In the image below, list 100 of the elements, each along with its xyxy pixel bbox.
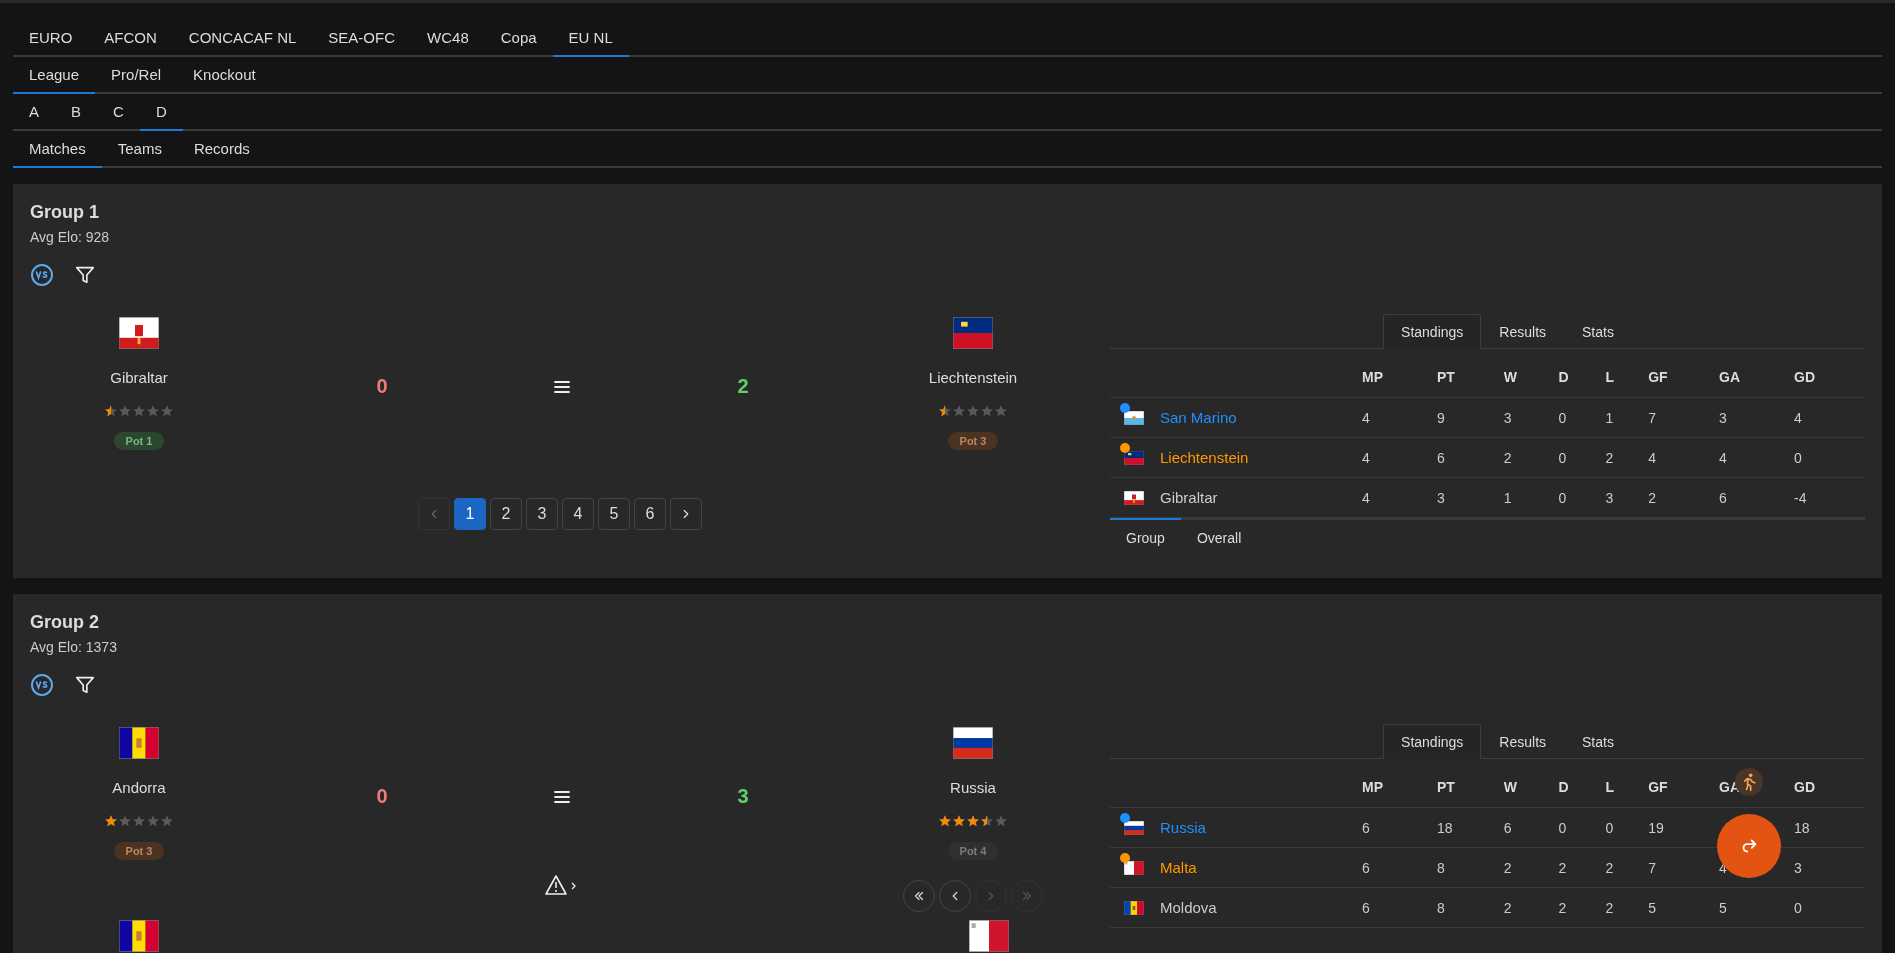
- flag-icon: [1124, 860, 1144, 875]
- team-name: Gibraltar: [110, 369, 168, 386]
- table-cell: 7: [1648, 409, 1656, 426]
- tab[interactable]: Standings: [1383, 314, 1482, 349]
- table-cell: 6: [1436, 449, 1445, 466]
- score: 2: [737, 375, 749, 398]
- double-chevron-right-icon: [1020, 889, 1034, 903]
- team-name: Gibraltar: [1160, 489, 1218, 506]
- column-header: GF: [1648, 779, 1668, 795]
- tab[interactable]: A: [13, 94, 55, 131]
- tab[interactable]: SEA-OFC: [312, 20, 412, 57]
- tab[interactable]: Pro/Rel: [95, 57, 178, 94]
- vs-icon[interactable]: [30, 673, 54, 697]
- table-cell: -4: [1794, 489, 1807, 506]
- team-name: Malta: [1160, 859, 1197, 876]
- vs-icon[interactable]: [30, 263, 54, 287]
- score: 0: [376, 785, 388, 808]
- column-header: GD: [1794, 779, 1815, 795]
- table-cell: 2: [1605, 859, 1614, 876]
- page-button[interactable]: 2: [490, 498, 522, 530]
- team-name: Russia: [950, 779, 996, 796]
- table-cell: 1: [1605, 409, 1614, 426]
- tab[interactable]: Stats: [1564, 724, 1632, 759]
- table-cell: 0: [1558, 489, 1567, 506]
- group-title: Group 1: [30, 202, 99, 223]
- tab[interactable]: B: [55, 94, 98, 131]
- table-cell: 2: [1605, 449, 1614, 466]
- tab[interactable]: Copa: [484, 20, 553, 57]
- table-cell: 6: [1362, 899, 1370, 916]
- tab[interactable]: Group: [1110, 518, 1181, 556]
- tab[interactable]: CONCACAF NL: [172, 20, 313, 57]
- column-header: MP: [1362, 779, 1383, 795]
- tab[interactable]: Results: [1481, 724, 1565, 759]
- tab[interactable]: C: [97, 94, 140, 131]
- page-button[interactable]: 5: [598, 498, 630, 530]
- table-cell: 18: [1794, 819, 1810, 836]
- flag-icon: [1124, 490, 1144, 505]
- page-button[interactable]: 6: [634, 498, 666, 530]
- score: 0: [376, 375, 388, 398]
- team-name: Moldova: [1160, 899, 1217, 916]
- column-header: GD: [1794, 369, 1815, 385]
- tab[interactable]: WC48: [411, 20, 485, 57]
- pot-tag: Pot 3: [947, 432, 999, 450]
- table-cell: 5: [1648, 899, 1656, 916]
- page-button[interactable]: 3: [526, 498, 558, 530]
- table-cell: 8: [1436, 899, 1445, 916]
- table-cell: 6: [1719, 489, 1727, 506]
- tab[interactable]: Overall: [1180, 518, 1258, 556]
- flag-icon: [1124, 900, 1144, 915]
- table-cell: 3: [1794, 859, 1802, 876]
- table-cell: 18: [1436, 819, 1453, 836]
- tab[interactable]: Matches: [13, 131, 102, 168]
- column-header: W: [1503, 779, 1517, 795]
- table-cell: 0: [1558, 409, 1567, 426]
- page-button[interactable]: 4: [562, 498, 594, 530]
- avg-elo: Avg Elo: 928: [30, 229, 110, 245]
- tab[interactable]: EURO: [13, 20, 89, 57]
- page-button[interactable]: 1: [454, 498, 486, 530]
- table-cell: 2: [1558, 899, 1567, 916]
- table-cell: 0: [1558, 449, 1567, 466]
- filter-icon[interactable]: [74, 264, 96, 286]
- team-name: Liechtenstein: [1160, 449, 1249, 466]
- table-cell: 7: [1648, 859, 1656, 876]
- group-title: Group 2: [30, 612, 99, 633]
- tab[interactable]: EU NL: [552, 20, 629, 57]
- flag-icon: [969, 920, 1009, 952]
- table-cell: 1: [1503, 489, 1512, 506]
- column-header: MP: [1362, 369, 1383, 385]
- tab[interactable]: Teams: [101, 131, 178, 168]
- avg-elo: Avg Elo: 1373: [30, 639, 117, 655]
- flag-icon: [119, 727, 159, 759]
- tab[interactable]: Stats: [1564, 314, 1632, 349]
- tab[interactable]: Knockout: [177, 57, 272, 94]
- team-name: San Marino: [1160, 409, 1237, 426]
- column-header: GA: [1719, 369, 1741, 385]
- table-cell: 4: [1362, 409, 1370, 426]
- tab[interactable]: League: [13, 57, 96, 94]
- flag-icon: [119, 317, 159, 349]
- first-button[interactable]: [903, 880, 935, 912]
- table-cell: 4: [1362, 449, 1370, 466]
- tab[interactable]: D: [139, 94, 183, 131]
- tab[interactable]: Standings: [1383, 724, 1482, 759]
- table-cell: 0: [1794, 899, 1802, 916]
- score: 3: [737, 785, 749, 808]
- table-cell: 2: [1648, 489, 1656, 506]
- table-cell: 4: [1648, 449, 1656, 466]
- double-chevron-left-icon: [912, 889, 926, 903]
- table-cell: 0: [1558, 819, 1567, 836]
- table-cell: 5: [1719, 899, 1727, 916]
- tab[interactable]: Results: [1481, 314, 1565, 349]
- filter-icon[interactable]: [74, 674, 96, 696]
- flag-icon: [119, 920, 159, 952]
- table-cell: 9: [1436, 409, 1445, 426]
- pot-tag: Pot 3: [113, 842, 165, 860]
- table-cell: 8: [1436, 859, 1445, 876]
- pot-tag: Pot 4: [947, 842, 999, 860]
- table-cell: 2: [1503, 899, 1512, 916]
- table-cell: 3: [1436, 489, 1445, 506]
- tab[interactable]: Records: [177, 131, 266, 168]
- tab[interactable]: AFCON: [88, 20, 173, 57]
